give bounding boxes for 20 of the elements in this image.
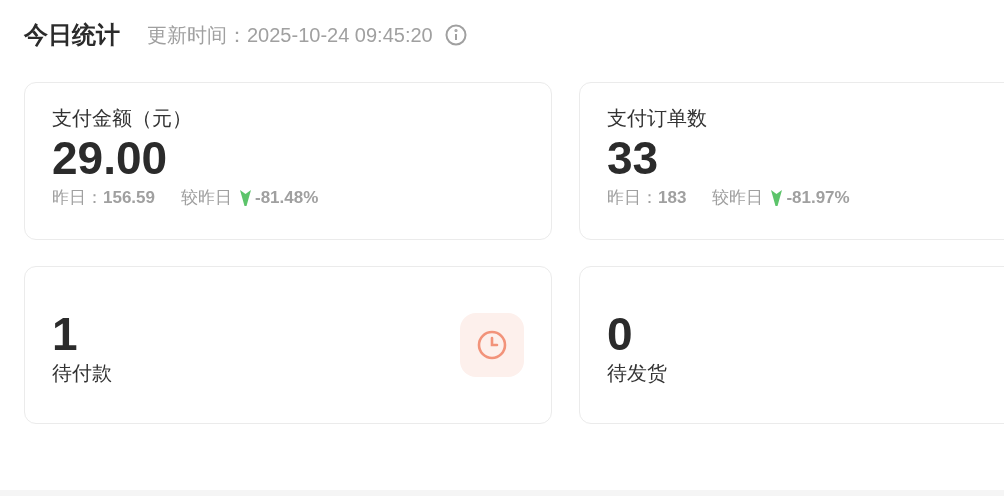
yesterday-value: 183	[658, 187, 687, 209]
info-icon	[444, 24, 467, 46]
update-time: 更新时间：2025-10-24 09:45:20	[147, 23, 433, 48]
yesterday-value: 156.59	[103, 187, 155, 209]
stat-label: 支付订单数	[607, 106, 708, 131]
pending-label: 待发货	[607, 361, 667, 386]
yesterday-label: 昨日：	[607, 187, 658, 209]
section-title: 今日统计	[24, 20, 120, 50]
stat-value: 29.00	[52, 133, 169, 183]
change-percent: -81.48%	[255, 187, 319, 209]
change-percent: -81.97%	[786, 187, 850, 209]
pending-count: 0	[607, 309, 634, 359]
stat-label: 支付金额（元）	[52, 106, 193, 131]
yesterday-label: 昨日：	[52, 187, 103, 209]
pending-count: 1	[52, 309, 79, 359]
pending-label: 待付款	[52, 361, 112, 386]
compare-label: 较昨日	[181, 187, 232, 209]
compare-label: 较昨日	[712, 187, 764, 209]
clock-icon	[460, 313, 524, 377]
stat-value: 33	[607, 133, 660, 183]
